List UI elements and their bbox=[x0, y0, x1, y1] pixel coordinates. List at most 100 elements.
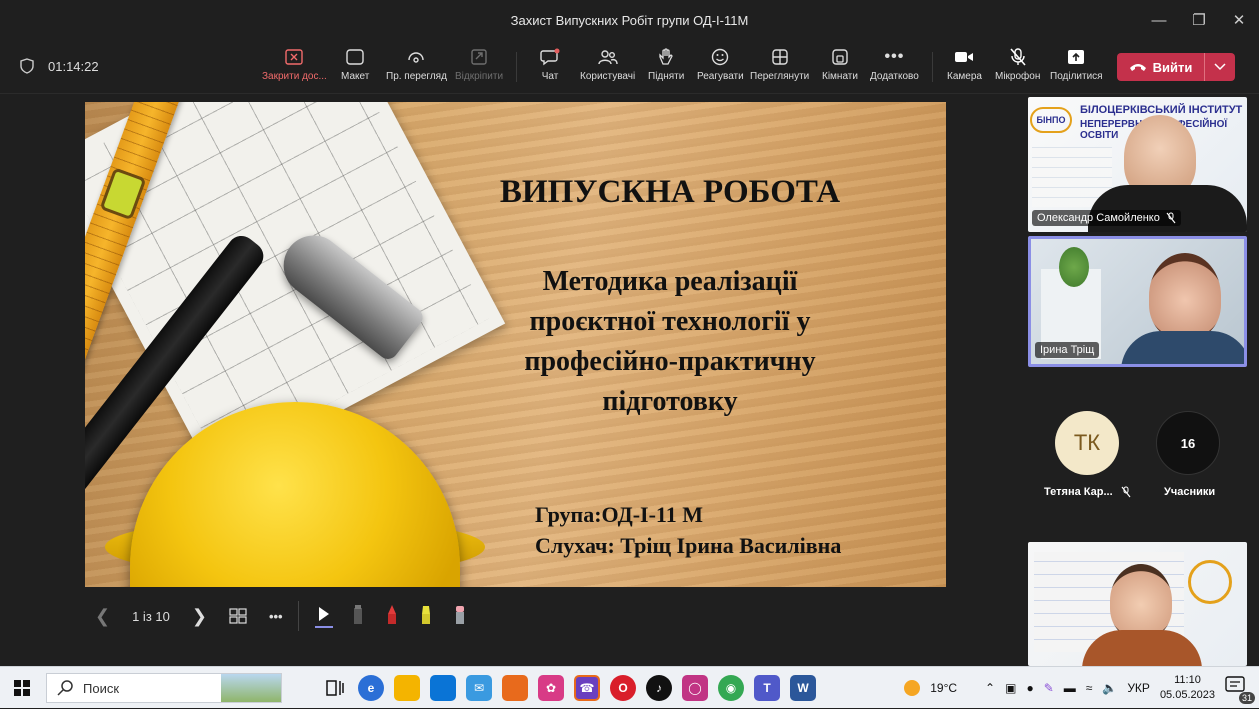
taskbar-search[interactable]: Поиск bbox=[46, 673, 282, 703]
chevron-up-icon[interactable]: ⌃ bbox=[985, 681, 995, 695]
participant-name-tag: Ірина Тріщ bbox=[1035, 342, 1100, 358]
pen-red-icon[interactable] bbox=[383, 604, 401, 628]
people-button[interactable]: Користувачі bbox=[580, 46, 635, 90]
hang-up-icon bbox=[1129, 64, 1146, 71]
chrome-icon[interactable]: ◉ bbox=[718, 675, 744, 701]
unpin-button[interactable]: Відкріпити bbox=[455, 46, 503, 90]
mic-button[interactable]: Мікрофон bbox=[995, 46, 1040, 90]
slide-credits: Група:ОД-І-11 М Слухач: Тріщ Ірина Васил… bbox=[535, 499, 935, 561]
slide-topic: Методика реалізації проєктної технології… bbox=[465, 262, 875, 422]
leave-label: Вийти bbox=[1152, 59, 1193, 75]
app-pink-icon[interactable]: ✿ bbox=[538, 675, 564, 701]
participant-tile-active[interactable]: Ірина Тріщ bbox=[1028, 236, 1247, 367]
view-label: Переглянути bbox=[750, 71, 810, 82]
slide-group: Група:ОД-І-11 М bbox=[535, 502, 703, 527]
tiktok-icon[interactable]: ♪ bbox=[646, 675, 672, 701]
more-button[interactable]: ••• Додатково bbox=[870, 46, 919, 90]
tray-app-icon[interactable]: ▣ bbox=[1005, 681, 1016, 695]
file-explorer-icon[interactable] bbox=[394, 675, 420, 701]
viber-icon[interactable]: ☎ bbox=[574, 675, 600, 701]
highlighter-icon[interactable] bbox=[417, 604, 435, 628]
prev-slide-icon[interactable]: ❮ bbox=[95, 606, 110, 627]
page-indicator: 1 із 10 bbox=[132, 608, 170, 624]
volume-icon[interactable]: 🔈 bbox=[1102, 681, 1117, 695]
chevron-down-icon[interactable] bbox=[1205, 63, 1235, 71]
view-icon bbox=[769, 46, 791, 68]
notification-center-icon[interactable]: 31 bbox=[1225, 676, 1255, 704]
instagram-icon[interactable]: ◯ bbox=[682, 675, 708, 701]
close-share-button[interactable]: Закрити дос... bbox=[262, 46, 327, 90]
chat-button[interactable]: Чат bbox=[539, 46, 561, 90]
eraser-icon[interactable] bbox=[451, 604, 469, 628]
timer-value: 01:14:22 bbox=[48, 58, 99, 74]
toolbar-divider bbox=[932, 52, 933, 82]
toolbar-divider bbox=[516, 52, 517, 82]
preview-button[interactable]: Пр. перегляд bbox=[386, 46, 447, 90]
mic-tray-icon[interactable]: ● bbox=[1026, 681, 1033, 695]
teams-icon[interactable]: T bbox=[754, 675, 780, 701]
preview-label: Пр. перегляд bbox=[386, 71, 447, 82]
share-icon bbox=[1065, 46, 1087, 68]
layout-button[interactable]: Макет bbox=[341, 46, 369, 90]
view-button[interactable]: Переглянути bbox=[750, 46, 809, 90]
mail-icon[interactable]: ✉ bbox=[466, 675, 492, 701]
react-button[interactable]: Реагувати bbox=[697, 46, 744, 90]
language-indicator[interactable]: УКР bbox=[1127, 681, 1150, 695]
mic-off-icon bbox=[1166, 212, 1176, 224]
participant-name-tag: Олександр Самойленко bbox=[1032, 210, 1181, 226]
more-options-icon[interactable]: ••• bbox=[269, 609, 283, 624]
participant-face bbox=[1149, 253, 1221, 339]
institute-logo: БІНПО bbox=[1030, 107, 1072, 133]
maximize-icon[interactable]: ❐ bbox=[1179, 0, 1219, 40]
participant-avatar-name: Тетяна Кар... bbox=[1044, 486, 1113, 498]
pen-dark-icon[interactable] bbox=[349, 604, 367, 628]
pen-tray-icon[interactable]: ✎ bbox=[1044, 681, 1054, 695]
participant-avatar[interactable]: ТК bbox=[1055, 411, 1119, 475]
institute-logo-mirrored bbox=[1188, 560, 1232, 604]
close-icon[interactable]: ✕ bbox=[1219, 0, 1259, 40]
slide-heading: ВИПУСКНА РОБОТА bbox=[499, 174, 841, 210]
clock[interactable]: 11:10 05.05.2023 bbox=[1160, 673, 1215, 703]
participant-count[interactable]: 16 bbox=[1156, 411, 1220, 475]
leave-button[interactable]: Вийти bbox=[1117, 53, 1235, 81]
camera-icon bbox=[953, 46, 975, 68]
weather-temp[interactable]: 19°C bbox=[930, 681, 957, 695]
clock-time: 11:10 bbox=[1174, 674, 1201, 686]
battery-icon[interactable]: ▬ bbox=[1064, 681, 1076, 695]
window-title: Захист Випускних Робіт групи ОД-І-11М bbox=[510, 12, 749, 28]
word-icon[interactable]: W bbox=[790, 675, 816, 701]
close-share-label: Закрити дос... bbox=[262, 71, 327, 82]
edge-icon[interactable]: e bbox=[358, 675, 384, 701]
participant-tile[interactable] bbox=[1028, 542, 1247, 666]
opera-icon[interactable]: O bbox=[610, 675, 636, 701]
rooms-label: Кімнати bbox=[822, 71, 858, 82]
clock-date: 05.05.2023 bbox=[1159, 689, 1215, 701]
meeting-timer: 01:14:22 bbox=[20, 58, 99, 74]
search-icon bbox=[57, 680, 73, 696]
layout-icon bbox=[344, 46, 366, 68]
raise-hand-button[interactable]: Підняти bbox=[648, 46, 684, 90]
rooms-button[interactable]: Кімнати bbox=[822, 46, 858, 90]
minimize-icon[interactable]: — bbox=[1139, 0, 1179, 40]
more-label: Додатково bbox=[870, 71, 919, 82]
shared-slide: ВИПУСКНА РОБОТА Методика реалізації проє… bbox=[85, 102, 946, 587]
window-titlebar: Захист Випускних Робіт групи ОД-І-11М — … bbox=[0, 0, 1259, 40]
store-icon[interactable] bbox=[430, 675, 456, 701]
topic-line: підготовку bbox=[602, 386, 738, 417]
task-view-icon[interactable] bbox=[322, 675, 348, 701]
next-slide-icon[interactable]: ❯ bbox=[192, 606, 207, 627]
raise-hand-icon bbox=[655, 46, 677, 68]
pointer-icon[interactable] bbox=[315, 604, 333, 628]
app-orange-icon[interactable] bbox=[502, 675, 528, 701]
react-icon bbox=[709, 46, 731, 68]
participant-tile[interactable]: БІНПО БІЛОЦЕРКІВСЬКИЙ ІНСТИТУТ НЕПЕРЕРВН… bbox=[1028, 97, 1247, 232]
wifi-icon[interactable]: ≈ bbox=[1086, 681, 1093, 695]
share-button[interactable]: Поділитися bbox=[1050, 46, 1103, 90]
slide-grid-icon[interactable] bbox=[229, 608, 247, 624]
windows-start-icon[interactable] bbox=[14, 680, 30, 696]
leave-main[interactable]: Вийти bbox=[1117, 53, 1205, 81]
people-label: Користувачі bbox=[580, 71, 636, 82]
meeting-toolbar: 01:14:22 Закрити дос... Макет Пр. перегл… bbox=[0, 40, 1259, 94]
slide-navigation: ❮ 1 із 10 ❯ ••• bbox=[95, 601, 283, 631]
camera-button[interactable]: Камера bbox=[947, 46, 982, 90]
